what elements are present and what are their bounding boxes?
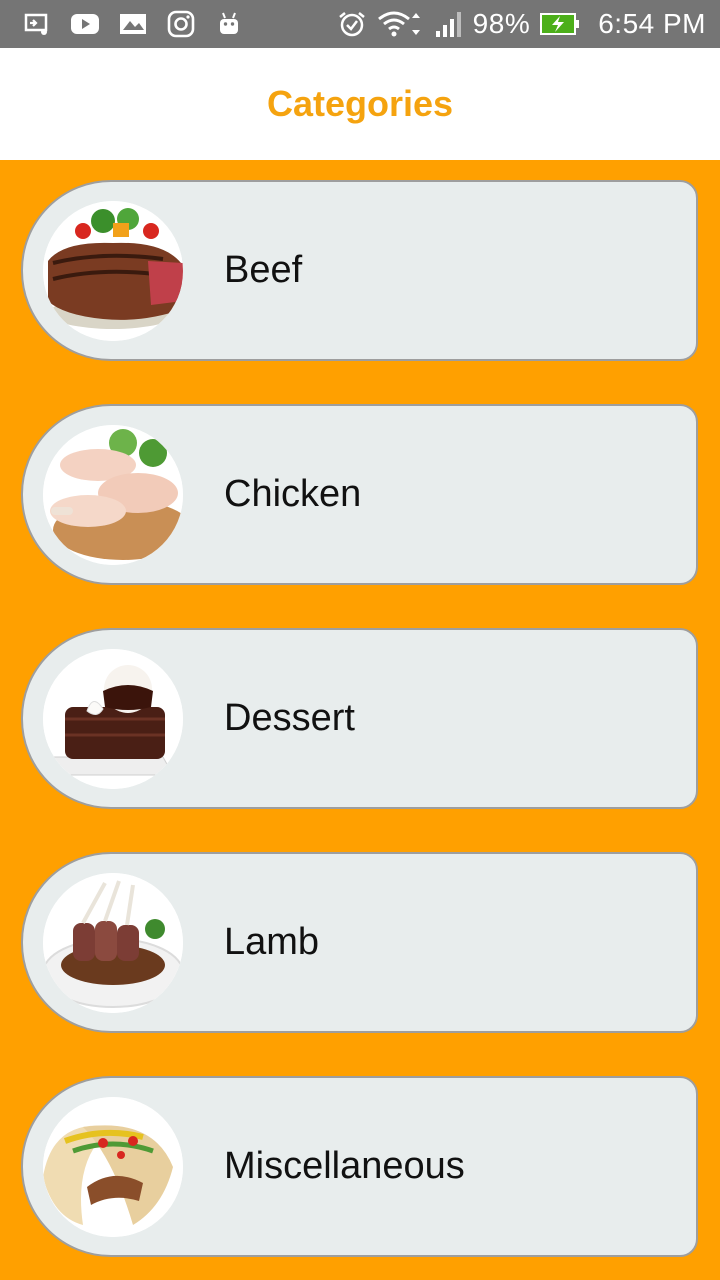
gallery-icon (118, 9, 148, 39)
alarm-icon (337, 9, 367, 39)
clock: 6:54 PM (598, 8, 706, 39)
instagram-icon (166, 9, 196, 39)
category-label: Beef (224, 249, 303, 291)
beef-steak-image (43, 200, 183, 341)
status-bar-notifications (22, 9, 244, 39)
category-card-chicken[interactable]: Chicken (21, 404, 698, 585)
lamb-rack-image (43, 872, 183, 1013)
page-title: Categories (266, 83, 454, 124)
category-label: Miscellaneous (224, 1145, 465, 1187)
youtube-icon (70, 9, 100, 39)
chocolate-dessert-image (43, 648, 183, 789)
category-card-dessert[interactable]: Dessert (21, 628, 698, 809)
tacos-image (43, 1096, 183, 1237)
status-bar-system: 98% 6:54 PM (337, 8, 706, 40)
app-bar: Categories (0, 48, 720, 160)
cast-icon (22, 9, 52, 39)
android-icon (214, 9, 244, 39)
battery-charging-icon (540, 9, 580, 39)
status-bar: 98% 6:54 PM (0, 0, 720, 48)
wifi-icon (377, 9, 423, 39)
category-label: Lamb (224, 921, 320, 963)
category-label: Chicken (224, 473, 362, 515)
battery-percent: 98% (472, 8, 531, 39)
category-card-miscellaneous[interactable]: Miscellaneous (21, 1076, 698, 1257)
signal-icon (433, 9, 463, 39)
category-card-lamb[interactable]: Lamb (21, 852, 698, 1033)
category-card-beef[interactable]: Beef (21, 180, 698, 361)
category-label: Dessert (224, 697, 355, 739)
raw-chicken-image (43, 424, 183, 565)
